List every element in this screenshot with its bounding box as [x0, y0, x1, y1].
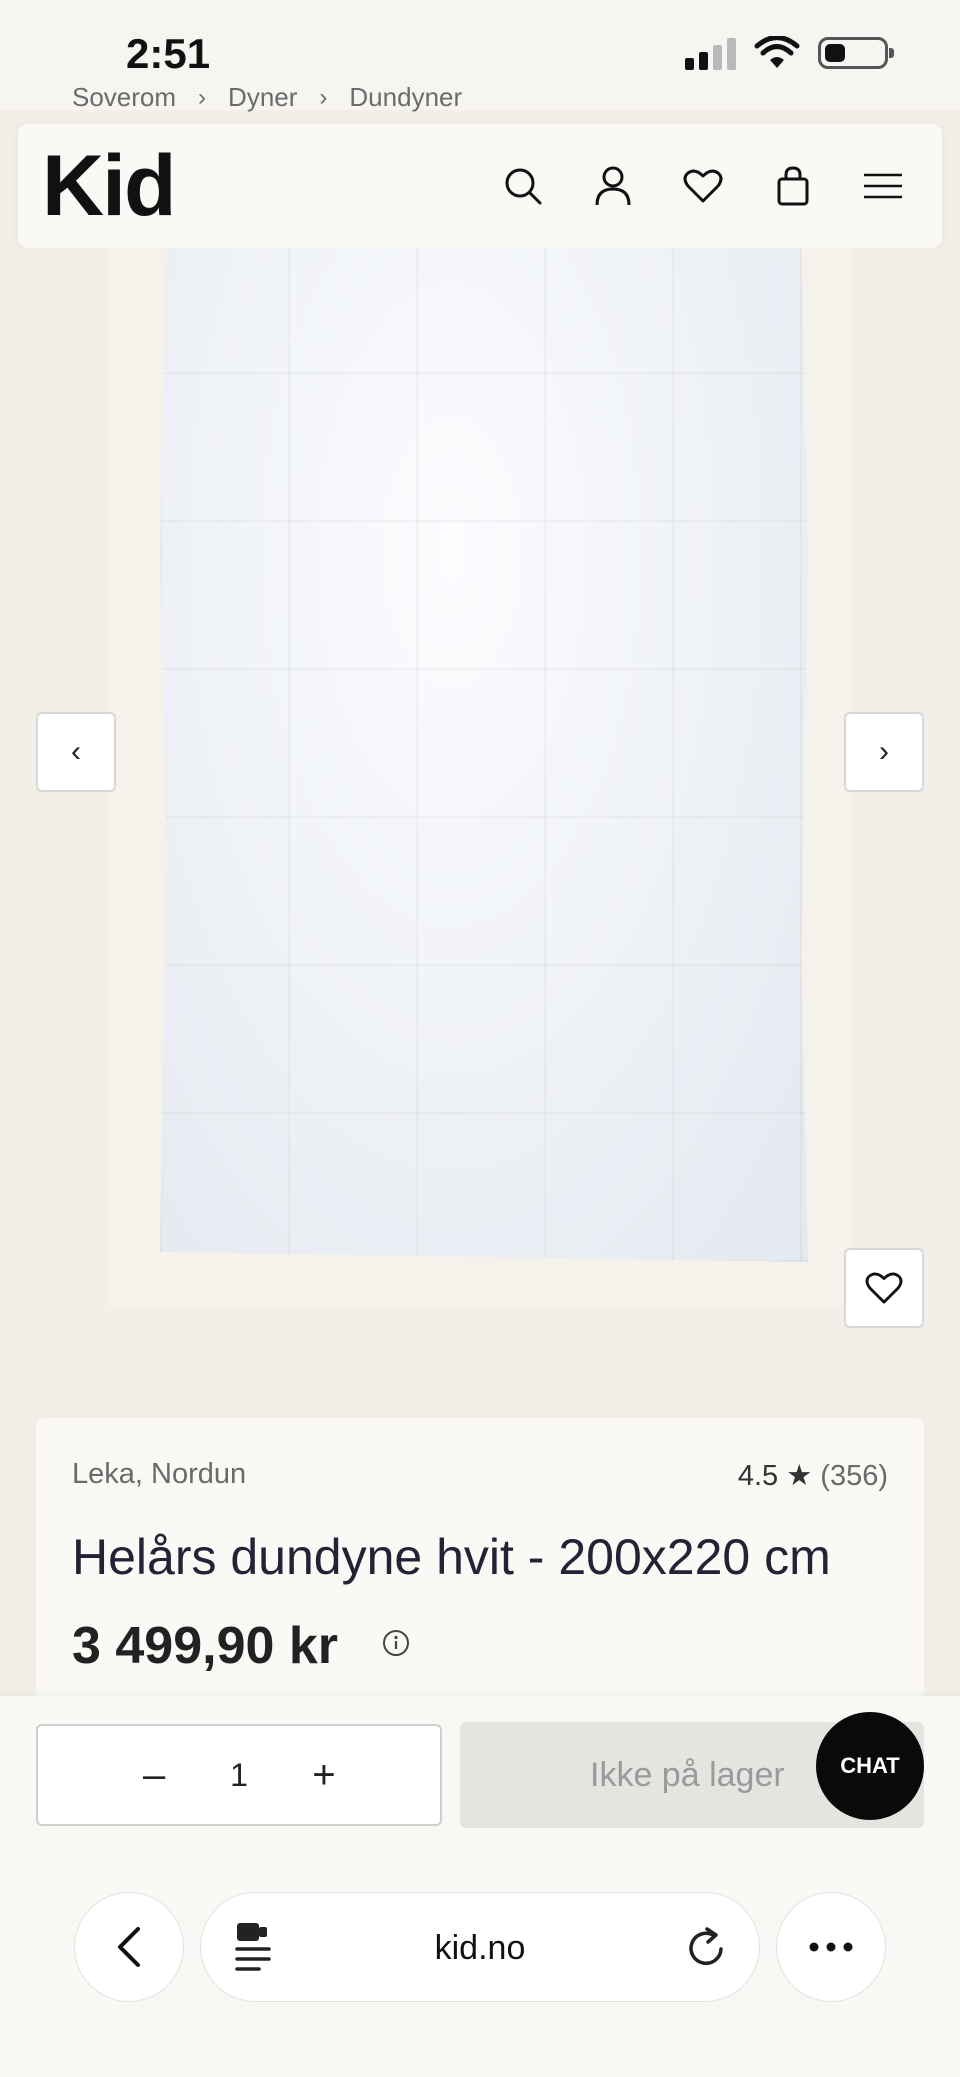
wishlist-heart-icon[interactable] — [680, 163, 726, 209]
quantity-stepper: – 1 + — [36, 1724, 442, 1826]
product-gallery: ‹ › — [0, 248, 960, 1328]
breadcrumb-separator: › — [198, 83, 207, 111]
info-icon[interactable] — [382, 1629, 410, 1657]
reload-icon[interactable] — [683, 1925, 729, 1971]
header-icons — [500, 163, 916, 209]
status-icons — [685, 36, 894, 70]
status-time: 2:51 — [126, 30, 211, 77]
breadcrumb-item-soverom[interactable]: Soverom — [72, 82, 176, 113]
shopping-bag-icon[interactable] — [770, 163, 816, 209]
quantity-decrease-button[interactable]: – — [134, 1753, 174, 1798]
more-dots-icon — [809, 1942, 853, 1952]
browser-back-button[interactable] — [74, 1892, 184, 2002]
product-price: 3 499,90 kr — [72, 1617, 339, 1675]
quantity-increase-button[interactable]: + — [304, 1753, 344, 1798]
browser-address-bar[interactable]: kid.no — [200, 1892, 760, 2002]
gallery-prev-button[interactable]: ‹ — [36, 712, 116, 792]
chevron-right-icon: › — [879, 735, 889, 768]
product-image[interactable] — [160, 248, 808, 1262]
breadcrumb: Soverom › Dyner › Dundyner — [72, 82, 462, 113]
browser-url: kid.no — [434, 1929, 526, 1967]
account-icon[interactable] — [590, 163, 636, 209]
heart-icon — [865, 1272, 903, 1304]
star-icon: ★ — [786, 1460, 813, 1492]
breadcrumb-separator: › — [319, 83, 328, 111]
battery-icon — [818, 37, 894, 69]
chevron-left-icon: ‹ — [71, 735, 81, 768]
wifi-icon — [754, 36, 800, 68]
quantity-value[interactable]: 1 — [230, 1757, 248, 1794]
breadcrumb-item-dyner[interactable]: Dyner — [228, 82, 297, 113]
search-icon[interactable] — [500, 163, 546, 209]
product-rating[interactable]: 4.5 ★ (356) — [738, 1458, 888, 1493]
product-brand[interactable]: Leka, Nordun — [72, 1458, 246, 1491]
product-info-card: Leka, Nordun 4.5 ★ (356) Helårs dundyne … — [36, 1418, 924, 1698]
rating-value: 4.5 — [737, 1460, 779, 1492]
add-to-wishlist-button[interactable] — [844, 1248, 924, 1328]
chevron-left-icon — [118, 1927, 140, 1967]
site-logo[interactable]: Kid — [42, 143, 177, 229]
bottom-action-bar: – 1 + Ikke på lager CHAT kid.no — [0, 1696, 960, 2077]
chat-button[interactable]: CHAT — [816, 1712, 924, 1820]
browser-more-button[interactable] — [776, 1892, 886, 2002]
product-title: Helårs dundyne hvit - 200x220 cm — [72, 1529, 831, 1585]
menu-icon[interactable] — [860, 163, 906, 209]
signal-icon — [685, 36, 736, 70]
breadcrumb-item-dundyner[interactable]: Dundyner — [349, 82, 462, 113]
rating-count: (356) — [820, 1460, 888, 1492]
gallery-next-button[interactable]: › — [844, 712, 924, 792]
site-header: Kid — [18, 124, 942, 248]
